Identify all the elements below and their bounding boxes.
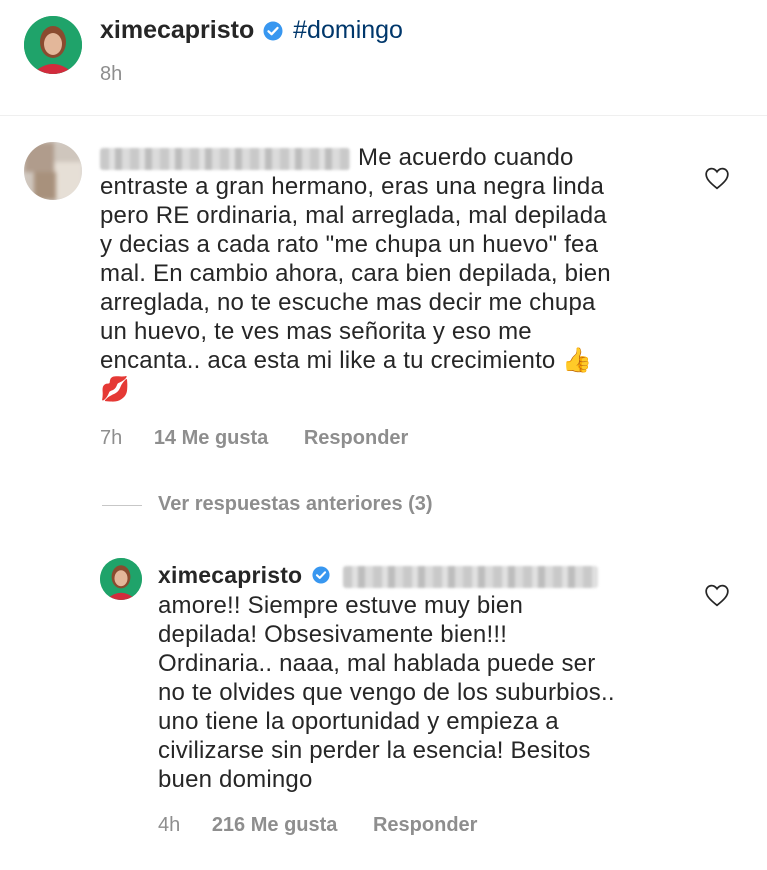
- comment-text-line: un huevo, te ves mas señorita y eso me: [100, 318, 532, 345]
- reply-timestamp: 4h: [158, 814, 181, 836]
- post-caption-hashtag[interactable]: #domingo: [293, 16, 403, 44]
- reply-text-line: buen domingo: [158, 766, 313, 794]
- reply-text-line: uno tiene la oportunidad y empieza a: [158, 708, 559, 736]
- mentioned-username-blurred[interactable]: [343, 565, 599, 588]
- comment-likes-count[interactable]: 14 Me gusta: [154, 427, 268, 449]
- comment-text-line: arreglada, no te escuche mas decir me ch…: [100, 289, 596, 316]
- comment-reply-button[interactable]: Responder: [304, 427, 408, 449]
- post-timestamp: 8h: [100, 63, 123, 85]
- replies-divider-line: [102, 505, 142, 506]
- post-author-avatar[interactable]: [24, 16, 82, 74]
- commenter-avatar[interactable]: [24, 142, 82, 200]
- reply-username[interactable]: ximecapristo: [158, 562, 302, 588]
- thumbs-up-emoji: 👍: [562, 347, 593, 374]
- reply-body: ximecapristo amore!! Siempre estuve muy …: [158, 561, 658, 794]
- comment-text-line: encanta.. aca esta mi like a tu crecimie…: [100, 347, 556, 374]
- comment-timestamp: 7h: [100, 427, 123, 449]
- comment-text-line: mal. En cambio ahora, cara bien depilada…: [100, 260, 611, 287]
- reply-reply-button[interactable]: Responder: [373, 814, 477, 836]
- comment-text-line: y decias a cada rato "me chupa un huevo"…: [100, 231, 599, 258]
- lips-emoji: 💋: [100, 376, 131, 403]
- divider: [0, 115, 767, 116]
- reply-text-line: depilada! Obsesivamente bien!!!: [158, 621, 508, 649]
- commenter-username-blurred[interactable]: [100, 147, 350, 170]
- reply-author-avatar[interactable]: [100, 558, 142, 600]
- comment-text-line: pero RE ordinaria, mal arreglada, mal de…: [100, 202, 607, 229]
- reply-text-line: no te olvides que vengo de los suburbios…: [158, 679, 615, 707]
- comment-line: Me acuerdo cuando: [100, 143, 660, 172]
- reply-text-line: civilizarse sin perder la esencia! Besit…: [158, 737, 591, 765]
- reply-text-line: Ordinaria.. naaa, mal hablada puede ser: [158, 650, 596, 678]
- comment-text-line: Me acuerdo cuando: [358, 144, 574, 171]
- comment-text-line: entraste a gran hermano, eras una negra …: [100, 173, 604, 200]
- view-previous-replies-button[interactable]: Ver respuestas anteriores (3): [158, 493, 433, 516]
- reply-likes-count[interactable]: 216 Me gusta: [212, 814, 338, 836]
- post-username[interactable]: ximecapristo: [100, 16, 254, 44]
- comment-like-heart-icon[interactable]: [704, 166, 730, 195]
- verified-badge-icon: [312, 562, 330, 591]
- comment-body: Me acuerdo cuando entraste a gran herman…: [100, 143, 660, 404]
- reply-like-heart-icon[interactable]: [704, 583, 730, 612]
- verified-badge-icon: [263, 21, 283, 46]
- reply-text-line: amore!! Siempre estuve muy bien: [158, 592, 524, 620]
